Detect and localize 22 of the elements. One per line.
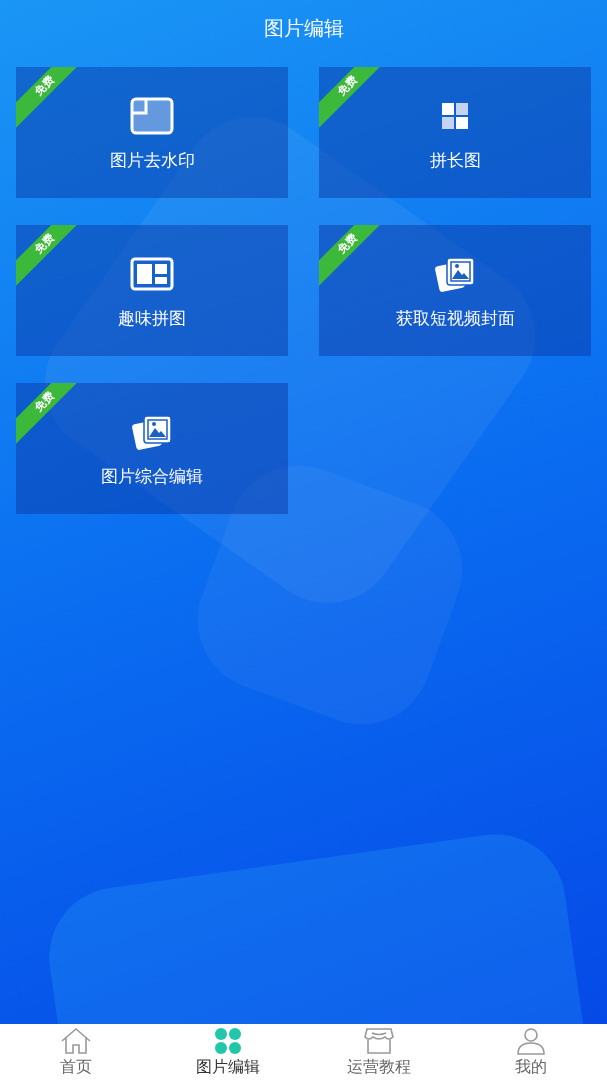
tab-item[interactable]: 首页 (0, 1024, 152, 1080)
layout-icon (130, 255, 174, 293)
tool-label: 图片综合编辑 (101, 465, 203, 488)
tool-card[interactable]: 免费 趣味拼图 (16, 225, 288, 356)
tool-card[interactable]: 免费 拼长图 (319, 67, 591, 198)
photos-icon (130, 413, 174, 451)
tool-label: 拼长图 (429, 149, 481, 172)
tab-item[interactable]: 我的 (455, 1024, 607, 1080)
tool-label: 趣味拼图 (118, 307, 186, 330)
photos-icon (433, 255, 477, 293)
tool-label: 图片去水印 (109, 149, 195, 172)
page-title: 图片编辑 (263, 14, 344, 42)
tool-card[interactable]: 免费 图片去水印 (16, 67, 288, 198)
home-icon (59, 1026, 92, 1055)
user-icon (515, 1026, 548, 1055)
tool-label: 获取短视频封面 (395, 307, 515, 330)
tool-card[interactable]: 免费 图片综合编辑 (16, 383, 288, 514)
tab-item[interactable]: 图片编辑 (151, 1024, 304, 1080)
tab-item[interactable]: 运营教程 (303, 1024, 456, 1080)
tool-card[interactable]: 免费 获取短视频封面 (319, 225, 591, 356)
image-frame-icon (130, 97, 174, 135)
store-icon (363, 1026, 396, 1055)
